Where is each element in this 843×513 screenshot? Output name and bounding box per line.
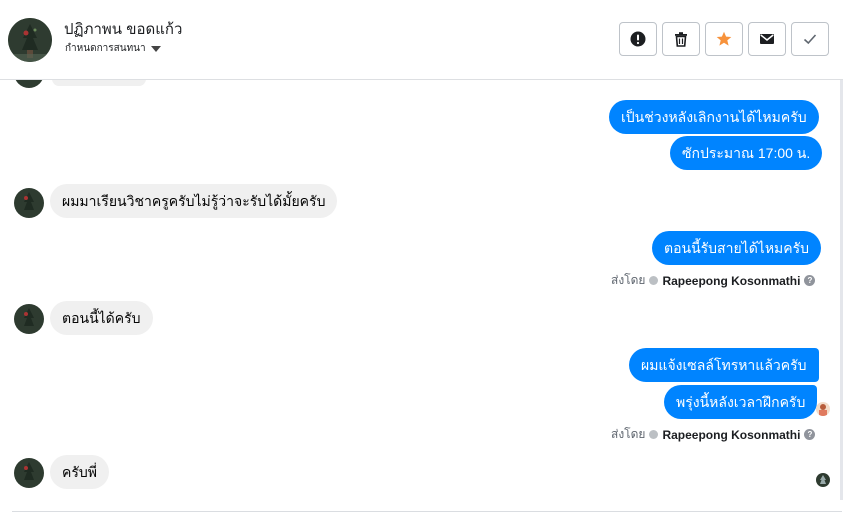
contact-avatar[interactable] <box>8 18 52 62</box>
caret-down-icon <box>150 45 161 52</box>
message-bubble-incoming[interactable]: ครับพี่ <box>50 455 109 489</box>
delete-button[interactable] <box>662 22 700 56</box>
message-bubble-outgoing[interactable]: ซักประมาณ 17:00 น. <box>670 136 823 170</box>
sender-name: Rapeepong Kosonmathi <box>662 273 801 288</box>
sent-by-prefix: ส่งโดย <box>611 273 646 287</box>
question-circle-icon[interactable]: ? <box>804 275 816 286</box>
sent-by-label: ส่งโดย Rapeepong Kosonmathi ? <box>611 425 816 444</box>
report-button[interactable] <box>619 22 657 56</box>
seen-by-avatar <box>816 402 830 416</box>
contact-message-avatar <box>14 188 44 218</box>
contact-name: ปฏิภาพน ขอดแก้ว <box>64 21 183 38</box>
message-bubble-incoming[interactable]: ผมมาเรียนวิชาครูครับไม่รู้ว่าจะรับได้มั้… <box>50 184 338 218</box>
contact-message-avatar <box>14 458 44 488</box>
contact-message-avatar <box>14 80 44 88</box>
trash-icon <box>673 31 689 47</box>
message-bubble-incoming[interactable]: ตอนนี้ได้ครับ <box>50 301 153 335</box>
sent-by-label: ส่งโดย Rapeepong Kosonmathi ? <box>611 271 816 290</box>
checkmark-icon <box>802 31 818 47</box>
question-circle-icon[interactable]: ? <box>804 429 816 440</box>
message-bubble-outgoing[interactable]: ผมแจ้งเซลล์โทรหาแล้วครับ <box>629 348 819 382</box>
conversation-status-label: กำหนดการสนทนา <box>65 43 146 54</box>
move-to-inbox-button[interactable] <box>748 22 786 56</box>
conversation-header: ปฏิภาพน ขอดแก้ว กำหนดการสนทนา <box>0 0 843 80</box>
sender-name: Rapeepong Kosonmathi <box>662 427 801 442</box>
message-bubble-outgoing[interactable]: ตอนนี้รับสายได้ไหมครับ <box>652 231 822 265</box>
check-circle-icon <box>649 430 659 439</box>
message-thread[interactable]: เป็นช่วงหลังเลิกงานได้ไหมครับ ซักประมาณ … <box>0 80 843 513</box>
mark-done-button[interactable] <box>791 22 829 56</box>
envelope-icon <box>759 31 775 47</box>
seen-by-avatar <box>816 473 830 487</box>
sent-by-prefix: ส่งโดย <box>611 427 646 441</box>
exclamation-circle-icon <box>630 31 646 47</box>
check-circle-icon <box>649 276 659 285</box>
message-bubble-incoming-partial[interactable] <box>52 80 146 86</box>
message-bubble-outgoing[interactable]: พรุ่งนี้หลังเวลาฝึกครับ <box>664 385 818 419</box>
message-bubble-outgoing[interactable]: เป็นช่วงหลังเลิกงานได้ไหมครับ <box>609 100 819 134</box>
contact-message-avatar <box>14 304 44 334</box>
composer-divider <box>12 511 842 512</box>
conversation-status-dropdown[interactable]: กำหนดการสนทนา <box>65 41 161 56</box>
star-button[interactable] <box>705 22 743 56</box>
star-icon <box>716 31 732 47</box>
